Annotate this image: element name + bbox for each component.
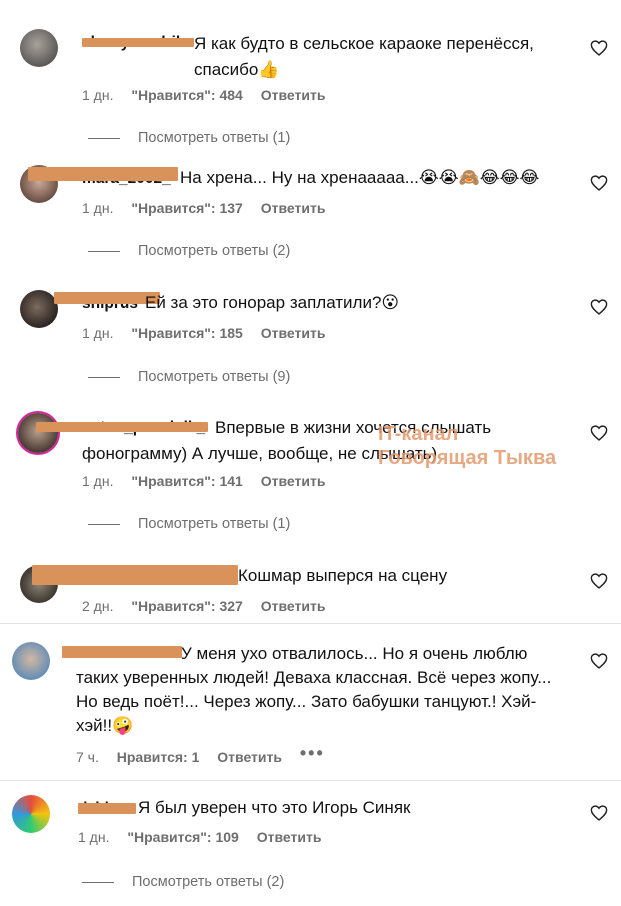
comment-text: Кошмар выперся на сцену xyxy=(238,563,538,589)
likes-count[interactable]: "Нравится": 137 xyxy=(131,200,242,216)
reply-button[interactable]: Ответить xyxy=(261,598,326,614)
comment-time: 2 дн. xyxy=(82,598,114,614)
comment-text-body: Я как будто в сельское караоке перенёсся… xyxy=(194,34,534,79)
heart-icon[interactable] xyxy=(590,653,608,669)
comment-time: 1 дн. xyxy=(82,325,114,341)
heart-icon[interactable] xyxy=(590,175,608,191)
view-replies-button[interactable]: Посмотреть ответы (1) xyxy=(88,516,290,532)
avatar[interactable] xyxy=(20,29,58,67)
section-divider xyxy=(0,780,621,781)
watermark: IT-канал Говорящая Тыква xyxy=(378,422,556,470)
likes-count[interactable]: "Нравится": 484 xyxy=(131,87,242,103)
comment-text: Ей за это гонорар заплатили?😮 xyxy=(145,290,575,316)
comment-meta: 1 дн. "Нравится": 137 Ответить xyxy=(82,200,339,216)
heart-icon[interactable] xyxy=(590,40,608,56)
watermark-line-2: Говорящая Тыква xyxy=(378,447,557,469)
comment-text-body: Я был уверен что это Игорь Синяк xyxy=(138,798,411,817)
comment-text-body: Кошмар выперся на сцену xyxy=(238,566,448,585)
comment-time: 1 дн. xyxy=(82,87,114,103)
reply-button[interactable]: Ответить xyxy=(261,87,326,103)
avatar[interactable] xyxy=(18,413,58,453)
replies-line xyxy=(88,137,120,139)
comment-time: 1 дн. xyxy=(78,829,110,845)
comment-text: На хрена... Ну на хренааааа...😭😭🙈😂😂😂 xyxy=(180,165,580,191)
reply-button[interactable]: Ответить xyxy=(261,325,326,341)
comment-meta: 1 дн. "Нравится": 141 Ответить xyxy=(82,473,339,489)
username-redaction xyxy=(28,167,178,181)
view-replies-button[interactable]: Посмотреть ответы (2) xyxy=(88,243,290,259)
avatar[interactable] xyxy=(20,290,58,328)
likes-count[interactable]: "Нравится": 185 xyxy=(131,325,242,341)
view-replies-button[interactable]: Посмотреть ответы (1) xyxy=(88,130,290,146)
section-divider xyxy=(0,623,621,624)
likes-count[interactable]: "Нравится": 327 xyxy=(131,598,242,614)
reply-button[interactable]: Ответить xyxy=(217,749,282,765)
comment-text-body: Ей за это гонорар заплатили?😮 xyxy=(145,293,400,312)
username-redaction xyxy=(32,565,238,585)
heart-icon[interactable] xyxy=(590,805,608,821)
likes-count[interactable]: Нравится: 1 xyxy=(117,749,200,765)
avatar[interactable] xyxy=(12,642,50,680)
view-replies-button[interactable]: Посмотреть ответы (2) xyxy=(82,874,284,890)
comment-time: 1 дн. xyxy=(82,473,114,489)
comment-time: 7 ч. xyxy=(76,749,99,765)
reply-button[interactable]: Ответить xyxy=(261,473,326,489)
view-replies-label: Посмотреть ответы (1) xyxy=(138,130,291,146)
comment-meta: 1 дн. "Нравится": 484 Ответить xyxy=(82,87,339,103)
view-replies-label: Посмотреть ответы (9) xyxy=(138,369,291,385)
username-redaction xyxy=(82,38,194,47)
comment-meta: 1 дн. "Нравится": 109 Ответить xyxy=(78,829,335,845)
replies-line xyxy=(88,523,120,525)
avatar[interactable] xyxy=(12,795,50,833)
reply-button[interactable]: Ответить xyxy=(261,200,326,216)
comment-time: 1 дн. xyxy=(82,200,114,216)
heart-icon[interactable] xyxy=(590,299,608,315)
watermark-line-1: IT-канал xyxy=(378,423,459,445)
username-redaction xyxy=(78,803,136,814)
view-replies-label: Посмотреть ответы (2) xyxy=(138,243,291,259)
replies-line xyxy=(82,881,114,883)
more-options-button[interactable]: ••• xyxy=(300,743,325,763)
replies-line xyxy=(88,376,120,378)
view-replies-button[interactable]: Посмотреть ответы (9) xyxy=(88,369,290,385)
replies-line xyxy=(88,250,120,252)
comment-meta: 2 дн. "Нравится": 327 Ответить xyxy=(82,598,339,614)
likes-count[interactable]: "Нравится": 109 xyxy=(127,829,238,845)
comment-text: Я был уверен что это Игорь Синяк xyxy=(138,795,578,821)
comment-meta: 1 дн. "Нравится": 185 Ответить xyxy=(82,325,339,341)
view-replies-label: Посмотреть ответы (1) xyxy=(138,516,291,532)
comment-meta: 7 ч. Нравится: 1 Ответить ••• xyxy=(76,743,339,767)
comment-text: У меня ухо отвалилось... Но я очень любл… xyxy=(76,642,566,738)
comment-text-body: На хрена... Ну на хренааааа...😭😭🙈😂😂😂 xyxy=(180,168,540,187)
comment-text: Я как будто в сельское караоке перенёсся… xyxy=(194,31,584,83)
reply-button[interactable]: Ответить xyxy=(257,829,322,845)
comment-text-body: У меня ухо отвалилось... Но я очень любл… xyxy=(76,644,552,735)
heart-icon[interactable] xyxy=(590,425,608,441)
view-replies-label: Посмотреть ответы (2) xyxy=(132,874,285,890)
likes-count[interactable]: "Нравится": 141 xyxy=(131,473,242,489)
heart-icon[interactable] xyxy=(590,573,608,589)
